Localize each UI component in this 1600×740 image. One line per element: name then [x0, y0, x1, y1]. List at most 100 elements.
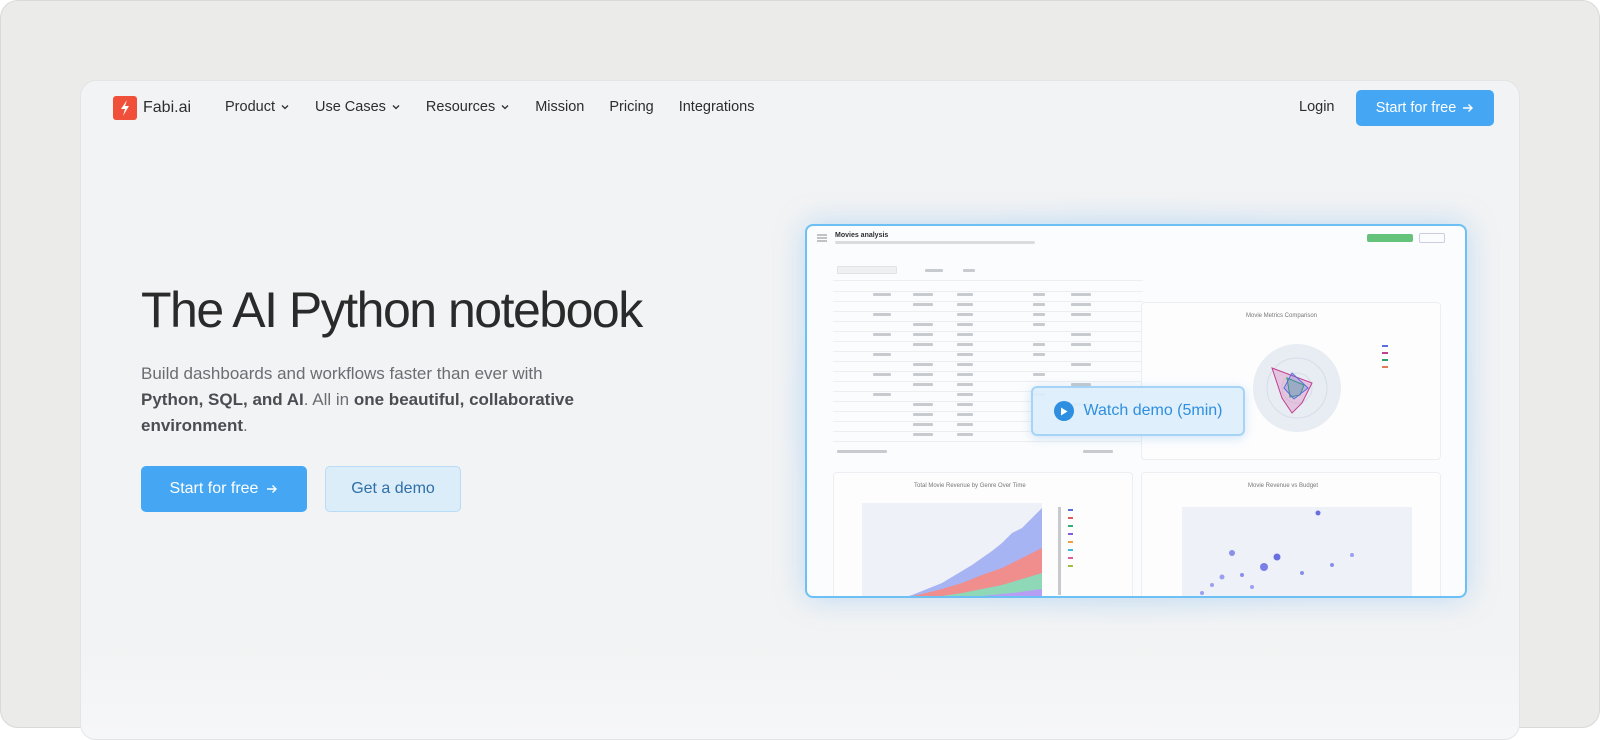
table-row: [833, 341, 1143, 342]
table-pagination: [1083, 450, 1113, 453]
notebook-title: Movies analysis: [835, 232, 889, 239]
table-cell: [1071, 333, 1091, 336]
nav-item-label: Resources: [425, 99, 496, 115]
table-row: [833, 291, 1143, 292]
table-cell: [913, 433, 933, 436]
nav-item-resources[interactable]: Resources: [426, 99, 510, 115]
table-row: [833, 321, 1143, 322]
table-cell: [913, 333, 933, 336]
table-row: [833, 441, 1143, 442]
chevron-down-icon: [501, 105, 509, 110]
table-cell: [957, 403, 973, 406]
top-nav: Fabi.ai Product Use Cases Resources Miss…: [81, 81, 1519, 137]
table-cell: [957, 353, 973, 356]
table-cell: [1071, 303, 1091, 306]
table-pivot: [963, 269, 975, 272]
table-cell: [1071, 343, 1091, 346]
legend-swatch: [1382, 366, 1388, 368]
logo-bolt-icon: [113, 96, 137, 120]
table-cell: [957, 363, 973, 366]
notebook-subtitle-bar: [835, 241, 1035, 244]
table-cell: [913, 303, 933, 306]
legend-swatch: [1382, 345, 1388, 347]
table-row: [833, 371, 1143, 372]
bar-chart-panel: Total Movie Revenue by Genre Over Time: [833, 472, 1133, 596]
brand-name: Fabi.ai: [143, 99, 192, 116]
table-cell: [957, 423, 973, 426]
nav-start-free-button[interactable]: Start for free: [1356, 90, 1494, 126]
table-cell: [957, 333, 973, 336]
watch-demo-button[interactable]: Watch demo (5min): [1031, 386, 1245, 436]
table-header-line: [833, 280, 1143, 281]
hero-start-free-button[interactable]: Start for free: [141, 466, 307, 512]
table-cell: [1033, 323, 1045, 326]
table-cell: [873, 373, 891, 376]
table-row: [833, 301, 1143, 302]
bar-chart-title: Total Movie Revenue by Genre Over Time: [914, 483, 1026, 489]
get-demo-button[interactable]: Get a demo: [325, 466, 461, 512]
nav-item-pricing[interactable]: Pricing: [609, 99, 653, 115]
login-link[interactable]: Login: [1299, 99, 1334, 115]
legend-swatch: [1382, 359, 1388, 361]
table-cell: [957, 393, 973, 396]
table-export: [925, 269, 943, 272]
secondary-button-label: Get a demo: [351, 480, 435, 497]
nav-item-label: Product: [225, 99, 275, 115]
table-row: [833, 351, 1143, 352]
table-cell: [873, 353, 891, 356]
primary-button-label: Start for free: [169, 480, 259, 497]
table-cell: [1033, 313, 1045, 316]
nav-item-mission[interactable]: Mission: [535, 99, 584, 115]
table-cell: [1033, 373, 1045, 376]
table-cell: [913, 383, 933, 386]
table-cell: [957, 303, 973, 306]
table-cell: [873, 333, 891, 336]
table-cell: [957, 323, 973, 326]
table-cell: [957, 373, 973, 376]
preview-share-button: [1419, 233, 1445, 243]
arrow-right-icon: [267, 485, 278, 493]
watch-demo-label: Watch demo (5min): [1083, 402, 1223, 419]
nav-item-label: Use Cases: [314, 99, 386, 115]
product-preview[interactable]: Movies analysis Movie Metrics Comparison…: [805, 224, 1467, 598]
hero-title: The AI Python notebook: [141, 282, 643, 338]
subtitle-text: Build dashboards and workflows faster th…: [141, 364, 543, 383]
table-row: [833, 381, 1143, 382]
table-cell: [957, 293, 973, 296]
table-cell: [913, 403, 933, 406]
table-cell: [873, 313, 891, 316]
table-cell: [957, 313, 973, 316]
subtitle-bold: Python, SQL, and AI: [141, 390, 304, 409]
radar-chart-panel: Movie Metrics Comparison: [1141, 302, 1441, 460]
brand-logo[interactable]: Fabi.ai: [113, 96, 191, 120]
table-cell: [873, 393, 891, 396]
nav-item-product[interactable]: Product: [225, 99, 290, 115]
chevron-down-icon: [281, 105, 289, 110]
table-cell: [1071, 313, 1091, 316]
bottom-fade: [81, 639, 1519, 739]
nav-item-label: Mission: [535, 99, 585, 115]
table-cell: [1071, 293, 1091, 296]
table-cell: [1071, 363, 1091, 366]
table-cell: [913, 363, 933, 366]
radar-chart-graphic: [1253, 344, 1341, 432]
table-row: [833, 361, 1143, 362]
table-row: [833, 331, 1143, 332]
table-cell: [913, 373, 933, 376]
table-cell: [913, 293, 933, 296]
nav-item-label: Integrations: [678, 99, 755, 115]
play-icon: [1053, 401, 1074, 421]
menu-icon: [817, 234, 827, 242]
legend-swatch: [1382, 352, 1388, 354]
nav-item-use-cases[interactable]: Use Cases: [315, 99, 401, 115]
table-footer: [837, 450, 887, 453]
table-cell: [1033, 303, 1045, 306]
table-row: [833, 311, 1143, 312]
table-search: [837, 266, 897, 274]
stacked-bar-graphic: [862, 503, 1073, 596]
nav-item-integrations[interactable]: Integrations: [679, 99, 755, 115]
table-cell: [913, 413, 933, 416]
table-cell: [957, 433, 973, 436]
subtitle-text: .: [243, 416, 248, 435]
scatter-chart-title: Movie Revenue vs Budget: [1248, 483, 1319, 489]
